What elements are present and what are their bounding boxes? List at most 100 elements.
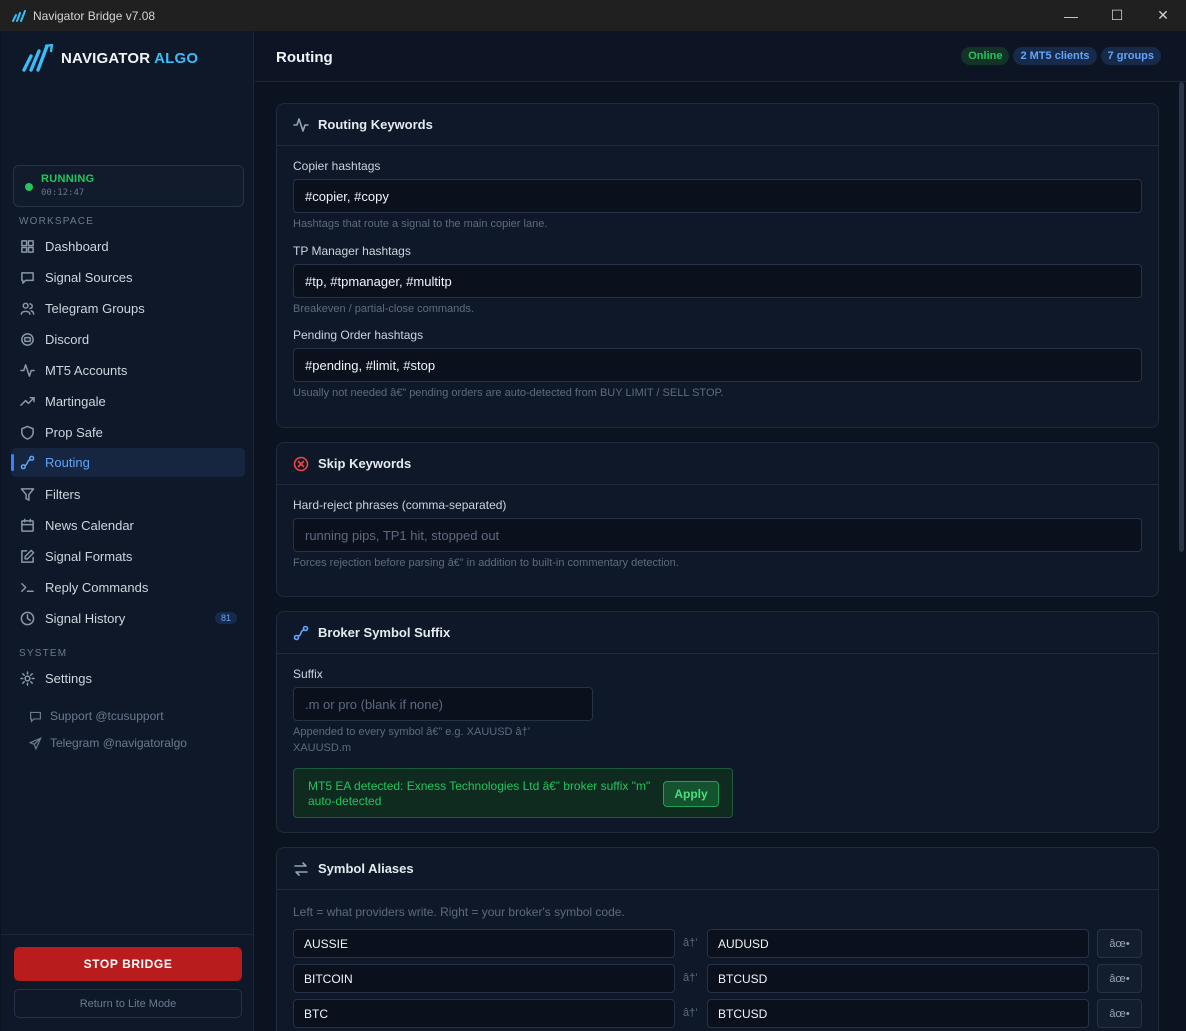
sidebar-item-dashboard[interactable]: Dashboard xyxy=(11,232,245,261)
x-circle-icon xyxy=(293,456,309,471)
sidebar-item-news-calendar[interactable]: News Calendar xyxy=(11,511,245,540)
sidebar-item-signal-sources[interactable]: Signal Sources xyxy=(11,263,245,292)
sidebar-item-label: Settings xyxy=(45,671,92,686)
reject-phrases-input[interactable]: running pips, TP1 hit, stopped out xyxy=(293,518,1142,552)
sidebar-item-mt5-accounts[interactable]: MT5 Accounts xyxy=(11,356,245,385)
users-icon xyxy=(19,301,35,317)
window-titlebar: Navigator Bridge v7.08 — ☐ ✕ xyxy=(0,0,1186,31)
sidebar-item-label: Reply Commands xyxy=(45,580,149,595)
alias-from-input[interactable]: BTC xyxy=(293,999,675,1028)
delete-alias-button[interactable]: âœ• xyxy=(1097,999,1142,1028)
delete-alias-button[interactable]: âœ• xyxy=(1097,964,1142,993)
symbol-aliases-card: Symbol Aliases Left = what providers wri… xyxy=(276,847,1159,1031)
copier-hashtags-input[interactable]: #copier, #copy xyxy=(293,179,1142,213)
status-label: RUNNING xyxy=(41,173,95,185)
sidebar-item-label: Martingale xyxy=(45,394,106,409)
copier-label: Copier hashtags xyxy=(293,159,381,173)
chat-icon xyxy=(30,711,41,723)
suffix-label: Suffix xyxy=(293,667,323,681)
status-badge-groups: 7 groups xyxy=(1100,47,1161,65)
telegram-label: Telegram @navigatoralgo xyxy=(50,736,187,750)
sidebar-item-label: News Calendar xyxy=(45,518,134,533)
sidebar-item-reply-commands[interactable]: Reply Commands xyxy=(11,573,245,602)
navigator-logo-icon xyxy=(22,44,54,72)
sidebar-item-label: Prop Safe xyxy=(45,425,103,440)
app-logo-icon xyxy=(12,9,26,22)
sidebar-item-prop-safe[interactable]: Prop Safe xyxy=(11,418,245,447)
maximize-button[interactable]: ☐ xyxy=(1094,0,1140,31)
brand-accent: ALGO xyxy=(150,49,199,67)
sidebar-divider xyxy=(1,934,254,935)
pulse-icon xyxy=(19,363,35,379)
page-header: Routing Online 2 MT5 clients 7 groups xyxy=(255,31,1186,82)
alias-from-input[interactable]: AUSSIE xyxy=(293,929,675,958)
card-title: Symbol Aliases xyxy=(318,861,414,876)
card-title: Routing Keywords xyxy=(318,117,433,132)
sidebar-item-discord[interactable]: Discord xyxy=(11,325,245,354)
sidebar-item-label: Discord xyxy=(45,332,90,347)
scrollbar[interactable] xyxy=(1179,82,1184,552)
alias-to-input[interactable]: AUDUSD xyxy=(707,929,1089,958)
stop-bridge-button[interactable]: STOP BRIDGE xyxy=(14,947,242,981)
reject-hint: Forces rejection before parsing â€” in a… xyxy=(293,557,679,569)
route-icon xyxy=(293,625,309,640)
grid-icon xyxy=(19,239,35,255)
sidebar-item-signal-history[interactable]: Signal History 81 xyxy=(11,604,245,633)
sidebar-item-settings[interactable]: Settings xyxy=(11,664,245,693)
filter-icon xyxy=(19,487,35,503)
copier-hint: Hashtags that route a signal to the main… xyxy=(293,218,548,230)
pending-label: Pending Order hashtags xyxy=(293,328,424,342)
route-icon xyxy=(19,455,35,471)
message-icon xyxy=(19,270,35,286)
close-button[interactable]: ✕ xyxy=(1140,0,1186,31)
trending-icon xyxy=(19,394,35,410)
suffix-input[interactable]: .m or pro (blank if none) xyxy=(293,687,593,721)
pending-hint: Usually not needed â€” pending orders ar… xyxy=(293,387,724,399)
tp-hint: Breakeven / partial-close commands. xyxy=(293,303,474,315)
arrow-icon: â†’ xyxy=(683,937,698,949)
delete-alias-button[interactable]: âœ• xyxy=(1097,929,1142,958)
tp-hashtags-input[interactable]: #tp, #tpmanager, #multitp xyxy=(293,264,1142,298)
tp-label: TP Manager hashtags xyxy=(293,244,411,258)
brand-logo: NAVIGATOR ALGO xyxy=(21,44,198,72)
sidebar-item-label: Signal Formats xyxy=(45,549,133,564)
brand-name: NAVIGATOR xyxy=(61,49,151,67)
arrow-icon: â†’ xyxy=(683,1007,698,1019)
aliases-hint: Left = what providers write. Right = you… xyxy=(293,905,625,919)
terminal-icon xyxy=(19,580,35,596)
reject-phrases-label: Hard-reject phrases (comma-separated) xyxy=(293,498,507,512)
alias-to-input[interactable]: BTCUSD xyxy=(707,964,1089,993)
return-lite-mode-button[interactable]: Return to Lite Mode xyxy=(14,989,242,1018)
sidebar-item-telegram-groups[interactable]: Telegram Groups xyxy=(11,294,245,323)
edit-icon xyxy=(19,549,35,565)
alias-to-input[interactable]: BTCUSD xyxy=(707,999,1089,1028)
calendar-icon xyxy=(19,518,35,534)
suffix-hint-line1: Appended to every symbol â€” e.g. XAUUSD… xyxy=(293,726,531,738)
sidebar-item-label: Dashboard xyxy=(45,239,109,254)
page-title: Routing xyxy=(276,49,333,66)
pending-hashtags-input[interactable]: #pending, #limit, #stop xyxy=(293,348,1142,382)
sidebar-item-routing[interactable]: Routing xyxy=(11,448,245,477)
minimize-button[interactable]: — xyxy=(1048,0,1094,31)
arrow-icon: â†’ xyxy=(683,972,698,984)
sidebar-item-label: Filters xyxy=(45,487,81,502)
support-link[interactable]: Support @tcusupport xyxy=(29,709,164,723)
sidebar-item-signal-formats[interactable]: Signal Formats xyxy=(11,542,245,571)
discord-icon xyxy=(19,332,35,348)
sidebar-item-filters[interactable]: Filters xyxy=(11,480,245,509)
card-title: Broker Symbol Suffix xyxy=(318,625,451,640)
apply-suffix-button[interactable]: Apply xyxy=(663,781,719,807)
alias-from-input[interactable]: BITCOIN xyxy=(293,964,675,993)
broker-suffix-card: Broker Symbol Suffix Suffix .m or pro (b… xyxy=(276,611,1159,833)
shield-icon xyxy=(19,425,35,441)
sidebar-item-label: MT5 Accounts xyxy=(45,363,128,378)
sidebar-item-martingale[interactable]: Martingale xyxy=(11,387,245,416)
suffix-detected-banner: MT5 EA detected: Exness Technologies Ltd… xyxy=(293,768,733,818)
card-title: Skip Keywords xyxy=(318,456,412,471)
sidebar-item-label: Signal Sources xyxy=(45,270,133,285)
telegram-link[interactable]: Telegram @navigatoralgo xyxy=(29,736,187,750)
window-title: Navigator Bridge v7.08 xyxy=(33,8,156,23)
history-count-badge: 81 xyxy=(214,612,237,624)
skip-keywords-card: Skip Keywords Hard-reject phrases (comma… xyxy=(276,442,1159,597)
status-dot-icon xyxy=(25,183,33,191)
